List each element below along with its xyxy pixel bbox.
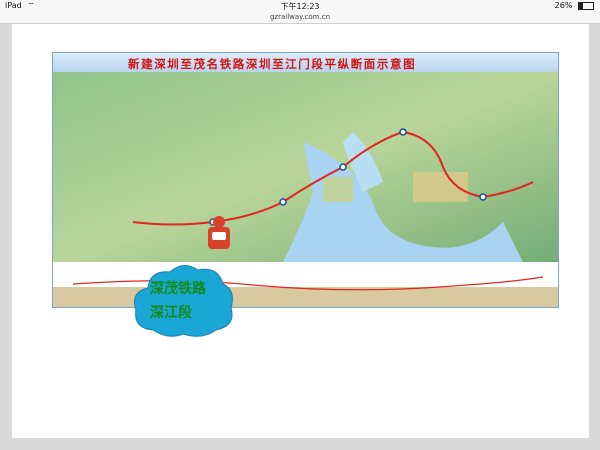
cloud-label-line2: 深江段	[150, 304, 192, 321]
watermark: 知乎 @施说高铁	[473, 419, 584, 435]
map-title-bar: 新建深圳至茂名铁路深圳至江门段平纵断面示意图	[53, 53, 558, 73]
map-title: 新建深圳至茂名铁路深圳至江门段平纵断面示意图	[128, 57, 417, 71]
address-bar[interactable]: gzrailway.com.cn	[0, 12, 600, 24]
cloud-label-line1: 深茂铁路	[150, 280, 207, 297]
cloud-badge: 深茂铁路 深江段	[134, 265, 233, 337]
battery-status: 26%	[555, 1, 594, 10]
clock: 下午12:23	[280, 2, 320, 11]
station-marker	[339, 163, 347, 171]
battery-icon	[578, 1, 594, 10]
station-marker	[399, 128, 407, 136]
station-marker	[279, 198, 287, 206]
station-marker	[479, 193, 487, 201]
url-text[interactable]: gzrailway.com.cn	[270, 13, 330, 21]
cloud-shape	[134, 265, 233, 337]
urban-area	[323, 177, 353, 202]
battery-percent: 26%	[554, 1, 573, 10]
battery-fill	[579, 2, 583, 9]
status-bar: iPad ⌔ 下午12:23 26%	[0, 0, 600, 12]
urban-area	[413, 172, 468, 202]
